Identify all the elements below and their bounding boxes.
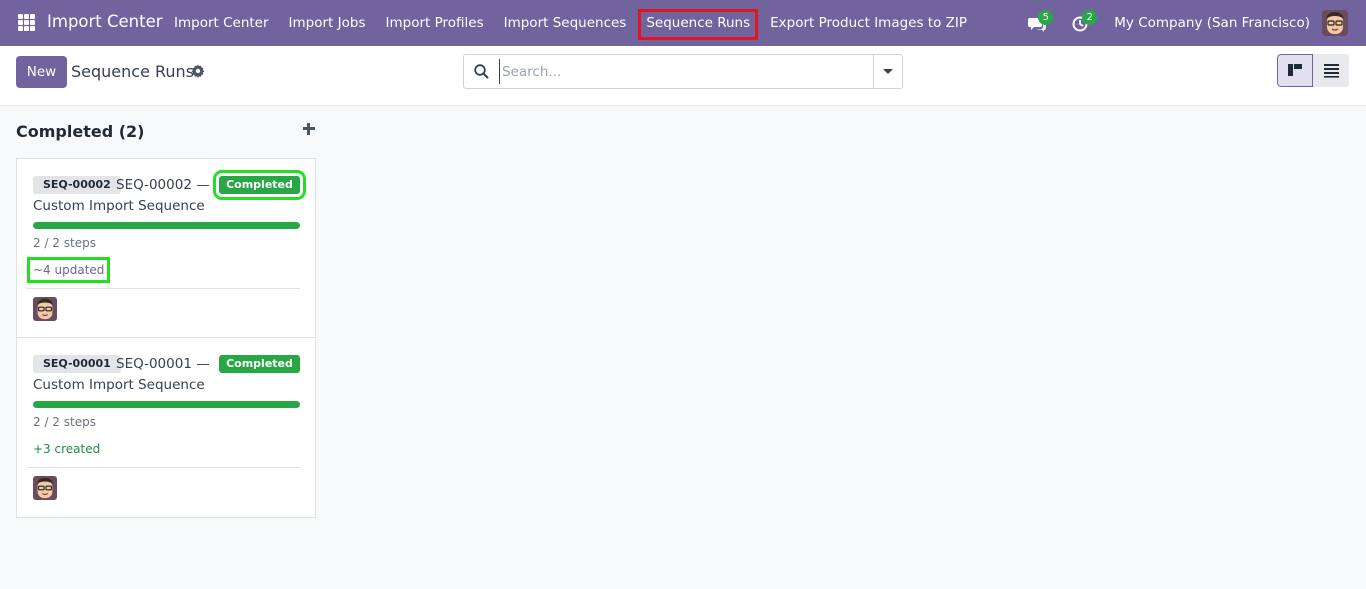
control-panel: New Sequence Runs	[0, 46, 1366, 106]
card-name: SEQ-00001 —	[116, 356, 210, 372]
company-switcher[interactable]: My Company (San Francisco)	[1114, 15, 1310, 31]
menu-item-import-center[interactable]: Import Center	[164, 0, 279, 46]
app-brand[interactable]: Import Center	[47, 12, 163, 31]
menu-item-sequence-runs[interactable]: Sequence Runs	[636, 0, 760, 46]
steps-count: 2 / 2 steps	[33, 415, 96, 429]
column-add-plus-icon[interactable]	[302, 122, 316, 136]
messages-count-badge: 5	[1038, 10, 1054, 25]
messages-icon[interactable]: 5	[1026, 10, 1054, 34]
new-button[interactable]: New	[16, 56, 67, 88]
kanban-card[interactable]: SEQ-00001 SEQ-00001 — Custom Import Sequ…	[17, 338, 315, 517]
user-avatar[interactable]	[1322, 10, 1348, 36]
menu-item-import-jobs[interactable]: Import Jobs	[279, 0, 376, 46]
reference-tag: SEQ-00002	[33, 176, 121, 194]
app-grid-icon[interactable]	[18, 14, 35, 31]
avatar	[33, 476, 57, 500]
search-icon	[474, 64, 489, 79]
card-divider	[27, 288, 300, 289]
top-navbar: Import Center Import Center Import Jobs …	[0, 0, 1366, 46]
menu-item-export-product-images[interactable]: Export Product Images to ZIP	[760, 0, 977, 46]
avatar	[33, 297, 57, 321]
card-sequence-name: Custom Import Sequence	[33, 198, 205, 214]
page-title: Sequence Runs	[71, 62, 195, 81]
status-badge: Completed	[219, 355, 300, 373]
kanban-view-icon[interactable]	[1277, 54, 1313, 87]
view-switcher	[1277, 54, 1350, 87]
navbar-systray: 5 2 My Company (San Francisco)	[1026, 0, 1366, 46]
steps-count: 2 / 2 steps	[33, 236, 96, 250]
menu-item-import-sequences[interactable]: Import Sequences	[494, 0, 637, 46]
card-divider	[27, 467, 300, 468]
card-sequence-name: Custom Import Sequence	[33, 377, 205, 393]
result-summary: ~4 updated	[26, 257, 111, 283]
search-input[interactable]	[499, 59, 869, 84]
main-menu: Import Center Import Jobs Import Profile…	[164, 0, 977, 46]
gear-icon[interactable]	[191, 64, 205, 78]
status-badge: Completed	[213, 170, 306, 200]
column-title: Completed (2)	[16, 122, 145, 141]
progress-bar	[33, 222, 300, 229]
activities-clock-icon[interactable]: 2	[1070, 10, 1098, 34]
reference-tag: SEQ-00001	[33, 355, 121, 373]
menu-item-import-profiles[interactable]: Import Profiles	[376, 0, 494, 46]
result-summary: +3 created	[33, 442, 101, 456]
card-name: SEQ-00002 —	[116, 177, 210, 193]
search-options-chevron-down-icon[interactable]	[873, 55, 902, 88]
kanban-card[interactable]: SEQ-00002 SEQ-00002 — Custom Import Sequ…	[17, 159, 315, 338]
search-bar	[463, 54, 903, 89]
kanban-column-cards: SEQ-00002 SEQ-00002 — Custom Import Sequ…	[16, 158, 316, 518]
activities-count-badge: 2	[1082, 10, 1098, 25]
list-view-icon[interactable]	[1313, 54, 1349, 87]
progress-bar	[33, 401, 300, 408]
